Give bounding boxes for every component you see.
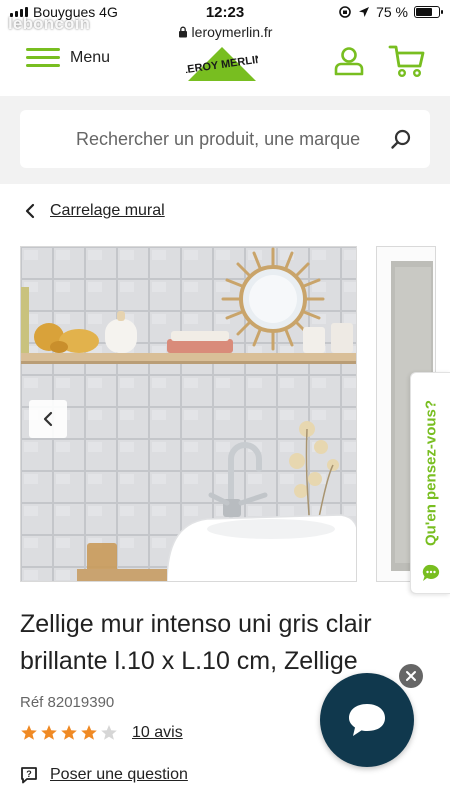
orientation-lock-icon	[339, 6, 351, 18]
search-input[interactable]: Rechercher un produit, une marque	[20, 110, 430, 168]
star-filled-icon	[61, 725, 77, 740]
location-icon	[359, 7, 370, 17]
chat-close-button[interactable]	[399, 664, 423, 688]
site-header: Menu LEROY MERLIN	[0, 42, 450, 96]
close-icon	[406, 671, 416, 681]
chevron-left-icon	[43, 411, 53, 427]
gallery-prev-button[interactable]	[29, 400, 67, 438]
search-placeholder: Rechercher un produit, une marque	[76, 128, 361, 149]
rating-stars	[20, 724, 118, 742]
battery-icon	[414, 6, 443, 18]
watermark: leboncoin	[8, 14, 91, 33]
battery-percent: 75 %	[376, 4, 408, 20]
lock-icon	[178, 26, 187, 38]
user-icon[interactable]	[333, 44, 365, 76]
chevron-left-icon	[25, 203, 35, 219]
product-rating[interactable]: 10 avis	[20, 724, 183, 742]
url-text: leroymerlin.fr	[191, 24, 273, 40]
cart-icon[interactable]	[388, 44, 426, 78]
ask-question-link[interactable]: ? Poser une question	[20, 766, 188, 784]
breadcrumb[interactable]: Carrelage mural	[24, 202, 165, 220]
product-title: Zellige mur intenso uni gris clair brill…	[20, 610, 372, 675]
star-filled-icon	[81, 725, 97, 740]
question-icon: ?	[21, 767, 37, 784]
leroy-merlin-logo[interactable]: LEROY MERLIN	[186, 46, 258, 82]
svg-text:?: ?	[26, 769, 32, 779]
menu-label: Menu	[70, 49, 111, 66]
search-icon[interactable]	[390, 128, 412, 150]
product-photo	[21, 247, 356, 581]
star-filled-icon	[41, 725, 57, 740]
star-filled-icon	[21, 725, 37, 740]
feedback-icon	[422, 564, 440, 581]
star-empty-icon	[101, 725, 117, 740]
status-indicators: 75 %	[338, 4, 443, 20]
reviews-link[interactable]: 10 avis	[132, 724, 183, 742]
feedback-label: Qu'en pensez-vous?	[422, 399, 439, 547]
menu-button[interactable]: Menu	[26, 48, 110, 68]
product-reference: Réf 82019390	[20, 694, 115, 711]
ask-question-label[interactable]: Poser une question	[50, 766, 188, 784]
feedback-tab[interactable]: Qu'en pensez-vous?	[410, 372, 450, 594]
chat-bubble-icon	[349, 704, 385, 736]
product-image-main[interactable]	[20, 246, 357, 582]
search-band: Rechercher un produit, une marque	[0, 96, 450, 184]
breadcrumb-link[interactable]: Carrelage mural	[50, 202, 165, 220]
product-gallery[interactable]	[20, 246, 450, 582]
chat-button[interactable]	[320, 673, 414, 767]
hamburger-icon	[26, 48, 60, 68]
